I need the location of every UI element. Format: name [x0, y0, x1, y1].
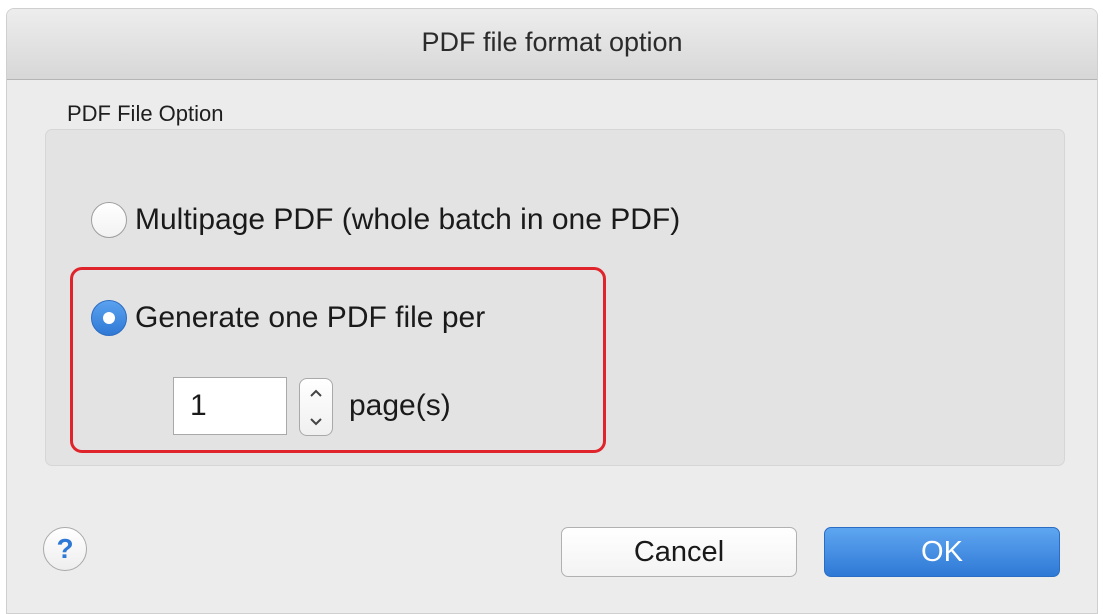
dialog-title: PDF file format option — [421, 27, 683, 57]
cancel-button[interactable]: Cancel — [561, 527, 797, 577]
radio-button-per-page[interactable] — [91, 300, 127, 336]
ok-button[interactable]: OK — [824, 527, 1060, 577]
radio-option-multipage[interactable]: Multipage PDF (whole batch in one PDF) — [91, 202, 680, 238]
pages-per-file-input[interactable] — [173, 377, 287, 435]
chevron-up-icon[interactable] — [300, 379, 332, 407]
chevron-down-icon[interactable] — [300, 407, 332, 435]
pages-stepper[interactable] — [299, 378, 333, 436]
radio-label-multipage: Multipage PDF (whole batch in one PDF) — [135, 203, 681, 236]
radio-button-multipage[interactable] — [91, 202, 127, 238]
question-mark-icon: ? — [56, 533, 74, 564]
pages-unit-label: page(s) — [349, 389, 451, 422]
title-bar: PDF file format option — [7, 9, 1097, 80]
dialog-window: PDF file format option PDF File Option M… — [6, 8, 1098, 614]
group-label: PDF File Option — [67, 101, 224, 126]
radio-option-per-page[interactable]: Generate one PDF file per — [91, 300, 485, 336]
radio-label-per-page: Generate one PDF file per — [135, 301, 486, 334]
help-button[interactable]: ? — [43, 527, 87, 571]
